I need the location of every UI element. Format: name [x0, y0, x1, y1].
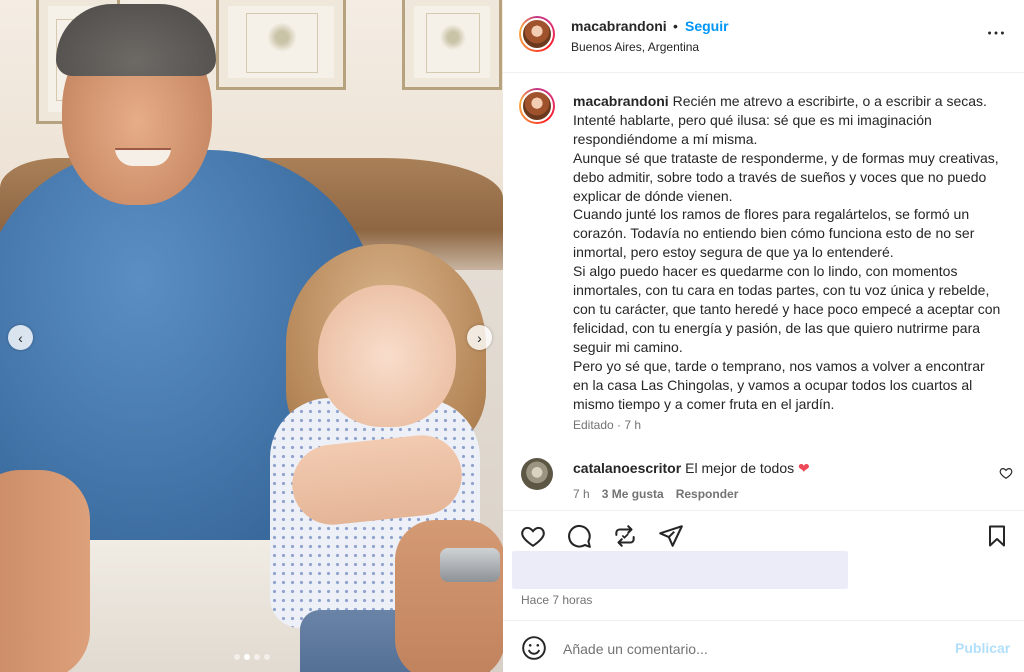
bookmark-icon[interactable] [985, 524, 1009, 548]
carousel-prev-button[interactable]: ‹ [8, 325, 33, 350]
carousel-dot [233, 654, 240, 660]
caption-paragraph: Aunque sé que trataste de responderme, y… [573, 149, 999, 204]
commenter-username[interactable]: catalanoescritor [573, 460, 681, 476]
author-avatar[interactable] [519, 16, 555, 52]
comment-meta: 7 h 3 Me gusta Responder [573, 487, 738, 501]
caption-paragraph: Cuando junté los ramos de flores para re… [573, 206, 975, 261]
carousel-dot-active [243, 654, 250, 660]
share-paper-plane-icon[interactable] [657, 522, 685, 550]
comment-input[interactable] [563, 638, 943, 660]
repost-icon[interactable] [611, 522, 639, 550]
comment-time: 7 h [573, 487, 590, 501]
emoji-picker-icon[interactable] [521, 635, 547, 661]
carousel-dot [263, 654, 270, 660]
caption-paragraph: Si algo puedo hacer es quedarme con lo l… [573, 263, 1001, 355]
post-location[interactable]: Buenos Aires, Argentina [571, 40, 699, 54]
red-heart-emoji: ❤ [798, 460, 810, 476]
follow-button[interactable]: Seguir [685, 18, 729, 34]
post-photo[interactable]: ‹ › [0, 0, 503, 672]
caption-paragraph: Pero yo sé que, tarde o temprano, nos va… [573, 357, 985, 412]
chevron-left-icon: ‹ [18, 329, 23, 346]
comment: catalanoescritor El mejor de todos ❤ [573, 460, 810, 477]
commenter-avatar[interactable] [521, 458, 553, 490]
comment-text: El mejor de todos [685, 460, 795, 476]
caption-edited-time: Editado · 7 h [573, 418, 642, 432]
watch [440, 548, 500, 582]
caption-author-avatar[interactable] [519, 88, 555, 124]
header-separator: • [673, 18, 678, 34]
carousel-indicator [0, 654, 503, 660]
publish-button[interactable]: Publicar [955, 640, 1010, 656]
caption-username[interactable]: macabrandoni [573, 93, 669, 109]
reply-button[interactable]: Responder [676, 487, 739, 501]
carousel-next-button[interactable]: › [467, 325, 492, 350]
likes-placeholder-bar [512, 551, 848, 589]
wall-picture-frame [402, 0, 502, 90]
chevron-right-icon: › [477, 329, 482, 346]
author-username[interactable]: macabrandoni [571, 18, 667, 34]
more-options-icon[interactable] [985, 22, 1007, 44]
comment-bubble-icon[interactable] [565, 522, 593, 550]
comment-like-heart-icon[interactable] [999, 466, 1013, 480]
actions-divider [503, 510, 1024, 511]
wall-picture-frame [216, 0, 346, 90]
post-time-ago[interactable]: Hace 7 horas [521, 593, 592, 607]
comment-likes[interactable]: 3 Me gusta [602, 487, 664, 501]
action-bar [519, 522, 685, 550]
post-caption: macabrandoni Recién me atrevo a escribir… [573, 92, 1003, 413]
header-divider [503, 72, 1024, 73]
like-heart-icon[interactable] [519, 522, 547, 550]
instagram-post-view: ‹ › macabrandoni • Seguir Buenos Aires, … [0, 0, 1024, 672]
post-details-panel: macabrandoni • Seguir Buenos Aires, Arge… [503, 0, 1024, 672]
comment-input-divider [503, 620, 1024, 621]
carousel-dot [253, 654, 260, 660]
